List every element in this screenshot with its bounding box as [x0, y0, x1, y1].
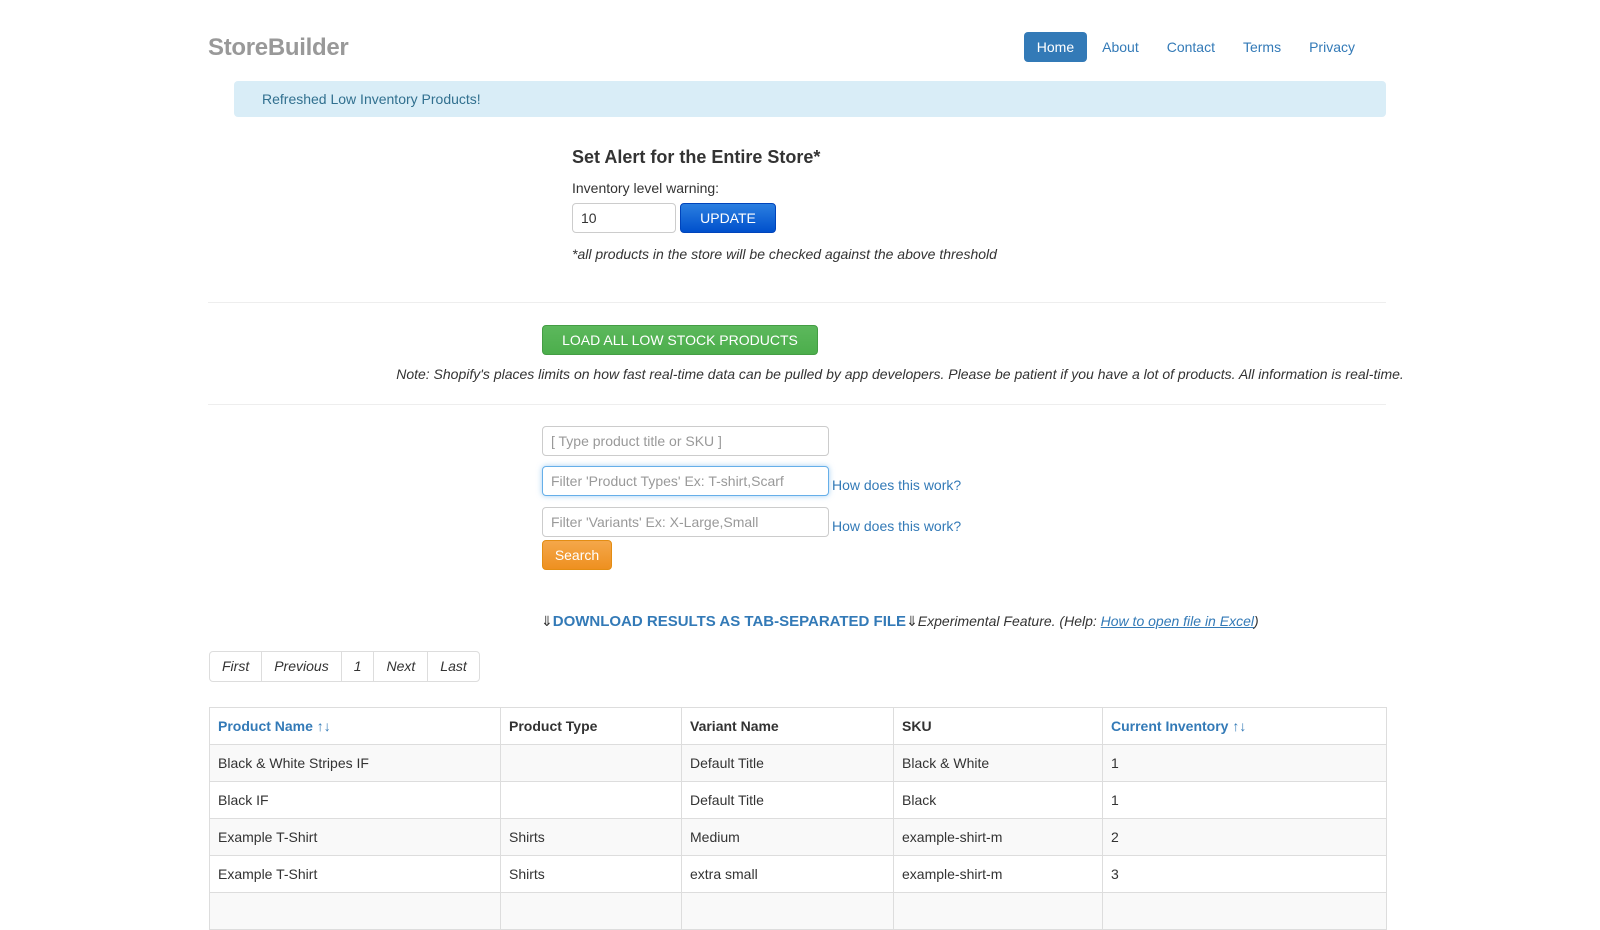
- cell-inventory: [1102, 892, 1387, 930]
- store-alert-title: Set Alert for the Entire Store*: [572, 147, 821, 167]
- table-header-row: Product Name ↑↓ Product Type Variant Nam…: [209, 707, 1387, 745]
- col-current-inventory[interactable]: Current Inventory ↑↓: [1102, 707, 1387, 745]
- inventory-warning-label: Inventory level warning:: [572, 180, 720, 196]
- cell-product-type: [500, 781, 682, 819]
- cell-product-name: [209, 892, 501, 930]
- variants-help-link[interactable]: How does this work?: [832, 518, 961, 534]
- col-product-type: Product Type: [500, 707, 682, 745]
- col-variant-name: Variant Name: [681, 707, 894, 745]
- brand-logo[interactable]: StoreBuilder: [208, 34, 349, 62]
- search-button[interactable]: Search: [542, 540, 612, 570]
- variants-filter-input[interactable]: [542, 507, 829, 537]
- download-arrow-icon: ⇓: [541, 613, 553, 629]
- cell-inventory: 1: [1102, 781, 1387, 819]
- paren-text: ): [1253, 613, 1259, 629]
- nav-terms[interactable]: Terms: [1230, 32, 1294, 62]
- cell-product-type: Shirts: [500, 818, 682, 856]
- product-types-filter-input[interactable]: [542, 466, 829, 496]
- threshold-input[interactable]: [572, 203, 676, 233]
- cell-sku: Black & White: [893, 744, 1103, 782]
- threshold-note: *all products in the store will be check…: [572, 246, 997, 262]
- cell-sku: Black: [893, 781, 1103, 819]
- nav-privacy[interactable]: Privacy: [1296, 32, 1368, 62]
- top-nav: Home About Contact Terms Privacy: [1023, 32, 1368, 62]
- cell-sku: [893, 892, 1103, 930]
- page-next[interactable]: Next: [373, 652, 427, 681]
- cell-variant-name: Medium: [681, 818, 894, 856]
- page: StoreBuilder Home About Contact Terms Pr…: [0, 0, 1600, 930]
- pagination: First Previous 1 Next Last: [209, 651, 480, 682]
- experimental-note: Experimental Feature. (Help:: [917, 613, 1101, 629]
- download-row: ⇓DOWNLOAD RESULTS AS TAB-SEPARATED FILE⇓…: [541, 613, 1259, 630]
- table-row: Example T-Shirt Shirts extra small examp…: [209, 855, 1387, 893]
- cell-inventory: 2: [1102, 818, 1387, 856]
- cell-sku: example-shirt-m: [893, 855, 1103, 893]
- cell-variant-name: [681, 892, 894, 930]
- cell-product-type: Shirts: [500, 855, 682, 893]
- load-low-stock-button[interactable]: LOAD ALL LOW STOCK PRODUCTS: [542, 325, 818, 355]
- page-previous[interactable]: Previous: [261, 652, 340, 681]
- cell-variant-name: Default Title: [681, 744, 894, 782]
- nav-about[interactable]: About: [1089, 32, 1152, 62]
- cell-inventory: 3: [1102, 855, 1387, 893]
- results-table: Product Name ↑↓ Product Type Variant Nam…: [209, 707, 1387, 930]
- divider: [208, 302, 1386, 303]
- page-number[interactable]: 1: [340, 652, 374, 681]
- table-row: Black & White Stripes IF Default Title B…: [209, 744, 1387, 782]
- cell-inventory: 1: [1102, 744, 1387, 782]
- cell-variant-name: Default Title: [681, 781, 894, 819]
- table-row: [209, 892, 1387, 930]
- page-first[interactable]: First: [210, 652, 261, 681]
- col-product-name[interactable]: Product Name ↑↓: [209, 707, 501, 745]
- threshold-row: UPDATE: [572, 203, 997, 233]
- nav-home[interactable]: Home: [1023, 32, 1088, 62]
- update-button[interactable]: UPDATE: [680, 203, 776, 233]
- product-search-input[interactable]: [542, 426, 829, 456]
- divider: [208, 404, 1386, 405]
- download-tsv-link[interactable]: DOWNLOAD RESULTS AS TAB-SEPARATED FILE: [553, 613, 906, 630]
- table-row: Black IF Default Title Black 1: [209, 781, 1387, 819]
- cell-product-name: Example T-Shirt: [209, 818, 501, 856]
- nav-contact[interactable]: Contact: [1154, 32, 1228, 62]
- col-sku: SKU: [893, 707, 1103, 745]
- cell-sku: example-shirt-m: [893, 818, 1103, 856]
- rate-limit-note: Note: Shopify's places limits on how fas…: [396, 366, 1404, 382]
- cell-product-name: Black & White Stripes IF: [209, 744, 501, 782]
- page-last[interactable]: Last: [427, 652, 478, 681]
- cell-product-name: Example T-Shirt: [209, 855, 501, 893]
- info-alert: Refreshed Low Inventory Products!: [234, 81, 1386, 117]
- product-types-help-link[interactable]: How does this work?: [832, 477, 961, 493]
- cell-product-name: Black IF: [209, 781, 501, 819]
- store-alert-section: Set Alert for the Entire Store* Inventor…: [572, 147, 997, 262]
- cell-variant-name: extra small: [681, 855, 894, 893]
- excel-help-link[interactable]: How to open file in Excel: [1101, 613, 1254, 629]
- table-row: Example T-Shirt Shirts Medium example-sh…: [209, 818, 1387, 856]
- download-arrow-icon: ⇓: [906, 613, 918, 629]
- cell-product-type: [500, 744, 682, 782]
- cell-product-type: [500, 892, 682, 930]
